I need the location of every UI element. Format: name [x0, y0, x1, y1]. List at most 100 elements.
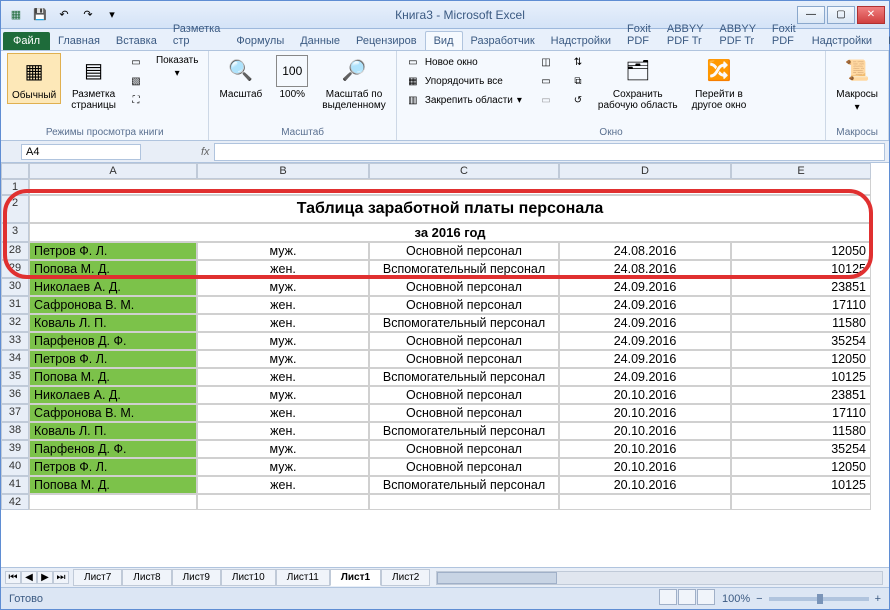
sheet-last-icon[interactable]: ⏭: [53, 571, 69, 584]
cell-name[interactable]: Сафронова В. М.: [29, 404, 197, 422]
ribbon-tab-8[interactable]: Надстройки: [804, 32, 880, 50]
fullscreen-icon[interactable]: ⛶: [126, 91, 146, 109]
cell-pay[interactable]: 23851: [731, 386, 871, 404]
ribbon-tab-9[interactable]: Foxit PDF: [619, 20, 659, 50]
zoom-slider-thumb[interactable]: [817, 594, 823, 604]
macros-button[interactable]: 📜 Макросы ▾: [832, 53, 882, 115]
close-button[interactable]: ✕: [857, 6, 885, 24]
row-header-29[interactable]: 29: [1, 260, 29, 278]
cell-category[interactable]: Вспомогательный персонал: [369, 368, 559, 386]
freeze-panes-button[interactable]: ▥Закрепить области▾: [403, 91, 524, 109]
formula-input[interactable]: [214, 143, 885, 161]
normal-view-button[interactable]: ▦ Обычный: [7, 53, 61, 104]
page-break-view-icon[interactable]: ▧: [126, 72, 146, 90]
cell-category[interactable]: Основной персонал: [369, 242, 559, 260]
cell-pay[interactable]: 12050: [731, 242, 871, 260]
ribbon-tab-4[interactable]: Данные: [292, 32, 348, 50]
cell-name[interactable]: Петров Ф. Л.: [29, 458, 197, 476]
cell-name[interactable]: Попова М. Д.: [29, 368, 197, 386]
cell-name[interactable]: Парфенов Д. Ф.: [29, 332, 197, 350]
sheet-next-icon[interactable]: ▶: [37, 571, 53, 584]
ribbon-tab-7[interactable]: Разработчик: [880, 32, 890, 50]
column-header-A[interactable]: A: [29, 163, 197, 179]
cell-date[interactable]: 24.08.2016: [559, 242, 731, 260]
cell-empty[interactable]: [369, 494, 559, 510]
cell-empty[interactable]: [29, 179, 871, 195]
sheet-tab-Лист10[interactable]: Лист10: [221, 569, 276, 586]
row-header-33[interactable]: 33: [1, 332, 29, 350]
compare-icon[interactable]: ⧉: [568, 72, 588, 90]
column-header-B[interactable]: B: [197, 163, 369, 179]
cell-pay[interactable]: 17110: [731, 404, 871, 422]
cell-date[interactable]: 24.09.2016: [559, 278, 731, 296]
ribbon-tab-8[interactable]: Надстройки: [543, 32, 619, 50]
page-break-shortcut-icon[interactable]: [697, 589, 715, 605]
cell-sex[interactable]: муж.: [197, 278, 369, 296]
cell-pay[interactable]: 35254: [731, 332, 871, 350]
row-header-42[interactable]: 42: [1, 494, 29, 510]
row-header-37[interactable]: 37: [1, 404, 29, 422]
scrollbar-thumb[interactable]: [437, 572, 557, 584]
zoom-in-button[interactable]: +: [875, 593, 881, 605]
cell-category[interactable]: Основной персонал: [369, 332, 559, 350]
cell-pay[interactable]: 10125: [731, 368, 871, 386]
cell-sex[interactable]: муж.: [197, 440, 369, 458]
row-header-34[interactable]: 34: [1, 350, 29, 368]
cell-pay[interactable]: 12050: [731, 458, 871, 476]
sheet-first-icon[interactable]: ⏮: [5, 571, 21, 584]
zoom-100-button[interactable]: 100 100%: [272, 53, 312, 102]
sheet-tab-Лист2[interactable]: Лист2: [381, 569, 430, 586]
page-layout-shortcut-icon[interactable]: [678, 589, 696, 605]
redo-icon[interactable]: ↷: [77, 4, 99, 26]
undo-icon[interactable]: ↶: [53, 4, 75, 26]
cell-name[interactable]: Сафронова В. М.: [29, 296, 197, 314]
ribbon-tab-5[interactable]: Рецензиров: [348, 32, 425, 50]
cell-name[interactable]: Петров Ф. Л.: [29, 242, 197, 260]
show-button[interactable]: Показать ▾: [152, 53, 203, 81]
excel-icon[interactable]: ▦: [5, 4, 27, 26]
switch-window-button[interactable]: 🔀 Перейти в другое окно: [688, 53, 751, 113]
sync-scroll-icon[interactable]: ⇅: [568, 53, 588, 71]
cell-category[interactable]: Основной персонал: [369, 440, 559, 458]
cell-sex[interactable]: жен.: [197, 404, 369, 422]
cell-date[interactable]: 20.10.2016: [559, 458, 731, 476]
qat-dropdown-icon[interactable]: ▾: [101, 4, 123, 26]
cell-date[interactable]: 24.09.2016: [559, 332, 731, 350]
reset-pos-icon[interactable]: ↺: [568, 91, 588, 109]
page-layout-button[interactable]: ▤ Разметка страницы: [67, 53, 120, 113]
cell-name[interactable]: Николаев А. Д.: [29, 278, 197, 296]
ribbon-tab-2[interactable]: Разметка стр: [165, 20, 229, 50]
cell-sex[interactable]: жен.: [197, 296, 369, 314]
cell-sex[interactable]: жен.: [197, 476, 369, 494]
cell-category[interactable]: Основной персонал: [369, 296, 559, 314]
cell-empty[interactable]: [559, 494, 731, 510]
row-header-3[interactable]: 3: [1, 223, 29, 242]
sheet-prev-icon[interactable]: ◀: [21, 571, 37, 584]
fx-icon[interactable]: fx: [201, 146, 210, 158]
row-header-35[interactable]: 35: [1, 368, 29, 386]
ribbon-tab-6[interactable]: Вид: [425, 31, 463, 50]
cell-date[interactable]: 24.09.2016: [559, 368, 731, 386]
row-header-32[interactable]: 32: [1, 314, 29, 332]
new-window-button[interactable]: ▭Новое окно: [403, 53, 524, 71]
cell-date[interactable]: 24.09.2016: [559, 314, 731, 332]
cell-name[interactable]: Петров Ф. Л.: [29, 350, 197, 368]
cell-name[interactable]: Парфенов Д. Ф.: [29, 440, 197, 458]
cell-name[interactable]: Николаев А. Д.: [29, 386, 197, 404]
cell-name[interactable]: Попова М. Д.: [29, 476, 197, 494]
cell-category[interactable]: Основной персонал: [369, 278, 559, 296]
sheet-tab-Лист8[interactable]: Лист8: [122, 569, 171, 586]
cell-category[interactable]: Основной персонал: [369, 404, 559, 422]
cell-name[interactable]: Попова М. Д.: [29, 260, 197, 278]
cell-sex[interactable]: муж.: [197, 242, 369, 260]
zoom-selection-button[interactable]: 🔎 Масштаб по выделенному: [318, 53, 390, 113]
row-header-40[interactable]: 40: [1, 458, 29, 476]
custom-view-icon[interactable]: ▭: [126, 53, 146, 71]
normal-shortcut-icon[interactable]: [659, 589, 677, 605]
cell-pay[interactable]: 10125: [731, 260, 871, 278]
row-header-38[interactable]: 38: [1, 422, 29, 440]
save-icon[interactable]: 💾: [29, 4, 51, 26]
zoom-button[interactable]: 🔍 Масштаб: [215, 53, 266, 102]
ribbon-tab-1[interactable]: Вставка: [108, 32, 165, 50]
cell-sex[interactable]: жен.: [197, 314, 369, 332]
